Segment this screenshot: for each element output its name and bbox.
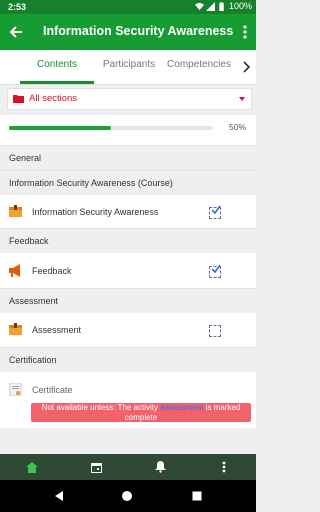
section-title: Assessment <box>9 296 59 306</box>
tab-contents[interactable]: Contents <box>20 50 94 84</box>
completion-checkbox[interactable] <box>209 325 221 337</box>
list-item-feedback[interactable]: Feedback <box>0 253 256 288</box>
megaphone-icon <box>9 264 20 277</box>
scorm-package-icon <box>9 323 22 335</box>
status-bar: 2:53 100% <box>0 0 256 14</box>
system-back-icon[interactable] <box>55 491 64 501</box>
checkmark-icon <box>211 264 221 274</box>
nav-home[interactable] <box>24 459 40 475</box>
status-right: 100% <box>194 1 252 11</box>
section-header-general[interactable]: General <box>0 146 256 170</box>
battery-icon <box>219 1 224 11</box>
bell-icon <box>154 461 166 473</box>
section-header-course[interactable]: Information Security Awareness (Course) <box>0 171 256 195</box>
restriction-notice: Not available unless: The activity Asses… <box>31 403 251 422</box>
certificate-icon <box>9 383 22 396</box>
bottom-navigation <box>0 454 256 480</box>
item-label: Assessment <box>32 325 82 335</box>
dropdown-caret-icon <box>239 97 245 101</box>
item-label: Feedback <box>32 266 72 276</box>
active-tab-indicator <box>20 81 94 84</box>
section-title: Certification <box>9 355 57 365</box>
system-navigation-bar <box>0 480 256 512</box>
course-progress: 50% <box>0 115 256 145</box>
section-selector[interactable]: All sections <box>7 88 252 110</box>
list-item-assessment[interactable]: Assessment <box>0 313 256 347</box>
list-item-course-module[interactable]: Information Security Awareness <box>0 195 256 228</box>
battery-percent: 100% <box>228 1 252 11</box>
section-header-feedback[interactable]: Feedback <box>0 229 256 253</box>
system-home-icon[interactable] <box>121 490 133 502</box>
status-time: 2:53 <box>8 2 27 12</box>
scorm-package-icon <box>9 205 22 217</box>
section-header-certification[interactable]: Certification <box>0 348 256 372</box>
section-header-assessment[interactable]: Assessment <box>0 289 256 313</box>
wifi-icon <box>194 2 204 10</box>
completion-checkbox[interactable] <box>209 264 221 278</box>
completion-checkbox[interactable] <box>209 205 221 219</box>
nav-notifications[interactable] <box>152 459 168 475</box>
tab-competencies[interactable]: Competencies <box>164 50 234 84</box>
more-vert-icon <box>243 25 247 39</box>
section-title: Feedback <box>9 236 49 246</box>
more-options-button[interactable] <box>237 22 253 42</box>
folder-icon <box>13 95 24 103</box>
tab-participants[interactable]: Participants <box>96 50 162 84</box>
item-label: Certificate <box>32 385 73 395</box>
signal-icon <box>205 1 215 11</box>
tab-bar: Contents Participants Competencies <box>0 50 256 85</box>
section-title: General <box>9 153 42 163</box>
item-label: Information Security Awareness <box>32 207 159 217</box>
home-icon <box>26 461 38 473</box>
status-icons <box>194 1 226 11</box>
restriction-activity-link[interactable]: Assessment <box>160 403 204 412</box>
arrow-back-icon <box>9 26 22 38</box>
app-bar: Information Security Awareness <box>0 14 256 50</box>
checkmark-icon <box>211 205 221 215</box>
more-vert-icon <box>222 461 226 473</box>
progress-track <box>9 126 213 130</box>
nav-calendar[interactable] <box>88 459 104 475</box>
section-title: Information Security Awareness (Course) <box>9 178 173 188</box>
section-selector-value: All sections <box>29 93 78 104</box>
chevron-right-icon[interactable] <box>241 60 251 74</box>
restriction-prefix: Not available unless: The activity <box>41 403 159 412</box>
back-button[interactable] <box>6 22 26 42</box>
progress-percent: 50% <box>228 122 246 132</box>
nav-more[interactable] <box>216 459 232 475</box>
system-recents-icon[interactable] <box>192 491 202 501</box>
calendar-icon <box>90 462 102 473</box>
progress-fill <box>9 126 111 130</box>
page-title: Information Security Awareness <box>43 24 234 38</box>
